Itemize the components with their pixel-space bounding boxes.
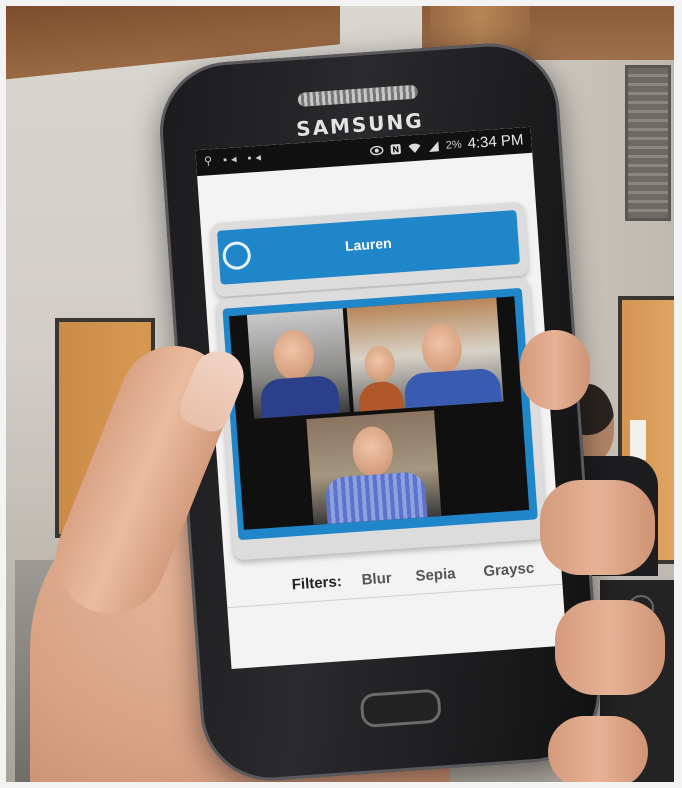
participant-face: [351, 425, 395, 478]
filter-blur[interactable]: Blur: [361, 570, 392, 589]
posted-paper: [630, 420, 646, 460]
filter-sepia[interactable]: Sepia: [415, 565, 456, 585]
video-frame: [222, 287, 538, 541]
video-grid: [228, 296, 530, 530]
filter-grayscale[interactable]: Graysc: [483, 560, 535, 581]
participant-shirt: [259, 374, 341, 419]
status-clock: 4:34 PM: [467, 131, 524, 153]
earpiece-speaker: [297, 84, 419, 107]
wall-vent: [625, 65, 671, 221]
caller-bar[interactable]: Lauren: [216, 210, 521, 285]
participant-face: [363, 344, 396, 383]
participant-shirt: [403, 367, 502, 411]
filter-bar: Filters: Blur Sepia Graysc: [225, 553, 563, 609]
home-button[interactable]: [359, 688, 442, 729]
filters-label: Filters:: [291, 573, 343, 594]
video-tile-participant-1[interactable]: [246, 308, 350, 419]
finger-pinky: [548, 716, 648, 788]
finger-middle: [540, 480, 655, 575]
photo-background: SAMSUNG ⚲ ▪◂ ▪◂ 2% 4:34 PM Lauren Filter…: [0, 0, 682, 788]
nfc-icon: [390, 143, 402, 154]
notification-icons: ⚲ ▪◂ ▪◂: [203, 151, 266, 168]
participant-face: [420, 322, 464, 375]
status-right-group: 2% 4:34 PM: [369, 131, 524, 159]
battery-level: 2%: [445, 138, 463, 152]
caller-name: Lauren: [344, 234, 393, 255]
phone-screen: ⚲ ▪◂ ▪◂ 2% 4:34 PM Lauren Filters: Blur …: [195, 126, 567, 669]
participant-shirt: [357, 380, 404, 412]
signal-icon: [429, 140, 440, 152]
video-card: [215, 277, 548, 561]
participant-shirt: [324, 471, 428, 525]
video-tile-participant-3[interactable]: [306, 410, 442, 525]
video-tile-participant-2[interactable]: [346, 297, 504, 412]
participant-face: [272, 328, 316, 382]
finger-top: [520, 330, 590, 410]
smart-stay-icon: [370, 145, 384, 155]
finger-ring: [555, 600, 665, 695]
wifi-icon: [408, 143, 421, 153]
